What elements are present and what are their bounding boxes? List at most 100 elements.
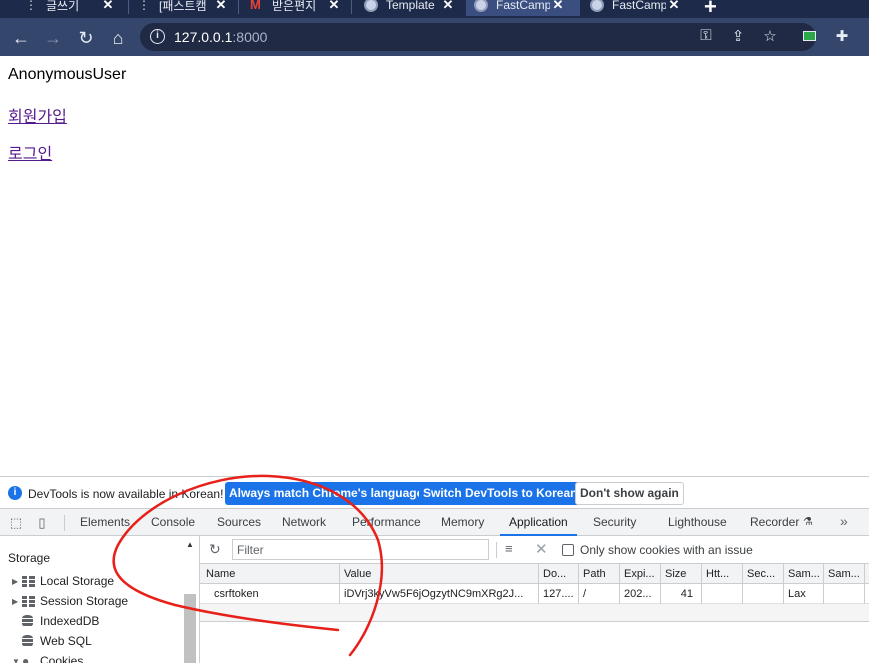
checkbox-box[interactable]: [562, 544, 574, 556]
devtools-panel: i DevTools is now available in Korean! A…: [0, 476, 869, 662]
tab-memory[interactable]: Memory: [441, 509, 484, 536]
browser-tab[interactable]: ⋮ 글쓰기 ✕: [16, 0, 116, 16]
close-icon[interactable]: ✕: [326, 0, 342, 13]
cookies-table-header: Name Value Do... Path Expi... Size Htt..…: [200, 564, 869, 584]
tab-security[interactable]: Security: [593, 509, 636, 536]
key-icon[interactable]: ⚿: [696, 27, 716, 44]
cookie-size-cell: 41: [661, 584, 702, 604]
tab-network[interactable]: Network: [282, 509, 326, 536]
back-arrow-icon[interactable]: ←: [10, 27, 32, 49]
refresh-icon[interactable]: ↻: [209, 541, 221, 558]
sidebar-item-label: Local Storage: [40, 574, 114, 588]
share-icon[interactable]: ⇪: [728, 27, 748, 45]
bookmark-star-icon[interactable]: ☆: [760, 27, 780, 45]
tab-recorder[interactable]: Recorder: [750, 509, 799, 536]
tabbar-divider: [64, 515, 65, 531]
close-icon[interactable]: ✕: [440, 0, 456, 13]
sidebar-item-session-storage[interactable]: ▶ Session Storage: [12, 592, 128, 610]
extension-icon[interactable]: [803, 31, 816, 41]
tab-lighthouse[interactable]: Lighthouse: [668, 509, 727, 536]
delete-icon[interactable]: ✕: [535, 540, 548, 558]
signup-link[interactable]: 회원가입: [8, 103, 67, 127]
site-info-icon[interactable]: i: [150, 29, 165, 44]
inspect-element-icon[interactable]: ⬚: [8, 515, 24, 530]
close-icon[interactable]: ✕: [213, 0, 229, 13]
column-header-sameparty[interactable]: Sam...: [824, 564, 865, 584]
close-icon[interactable]: ✕: [550, 0, 566, 13]
expand-arrow-icon[interactable]: ▶: [12, 577, 22, 586]
new-tab-button[interactable]: +: [704, 0, 717, 18]
tab-elements[interactable]: Elements: [80, 509, 130, 536]
column-header-value[interactable]: Value: [340, 564, 539, 584]
column-header-expires[interactable]: Expi...: [620, 564, 661, 584]
cookie-httponly-cell: [702, 584, 743, 604]
column-header-name[interactable]: Name: [200, 564, 340, 584]
tab-console[interactable]: Console: [151, 509, 195, 536]
cookies-toolbar: ↻ ≡ ✕ Only show cookies with an issue: [200, 536, 869, 564]
column-header-httponly[interactable]: Htt...: [702, 564, 743, 584]
globe-icon: [474, 0, 488, 12]
home-icon[interactable]: ⌂: [107, 27, 129, 49]
browser-tab[interactable]: FastCamp ✕: [582, 0, 682, 16]
always-match-language-button[interactable]: Always match Chrome's language: [225, 482, 427, 505]
more-vertical-icon: ⋮: [137, 0, 151, 12]
address-bar[interactable]: i 127.0.0.1:8000 ⚿ ⇪ ☆: [140, 23, 816, 51]
puzzle-icon[interactable]: ✚: [832, 27, 852, 45]
close-icon[interactable]: ✕: [666, 0, 682, 13]
application-sidebar: ▲ Storage ▶ Local Storage ▶ Session Stor…: [0, 536, 200, 663]
only-issue-checkbox[interactable]: Only show cookies with an issue: [562, 543, 753, 557]
info-icon: i: [8, 486, 22, 500]
clear-filtered-cookies-icon[interactable]: ≡: [505, 541, 513, 556]
close-icon[interactable]: ✕: [100, 0, 116, 13]
forward-arrow-icon[interactable]: →: [42, 27, 64, 49]
sidebar-item-local-storage[interactable]: ▶ Local Storage: [12, 572, 114, 590]
globe-icon: [590, 0, 604, 12]
column-header-samesite[interactable]: Sam...: [784, 564, 824, 584]
only-issue-label: Only show cookies with an issue: [580, 543, 753, 557]
expand-arrow-icon[interactable]: ▶: [12, 597, 22, 606]
cookie-name-cell: csrftoken: [200, 584, 340, 604]
cookies-pane: ↻ ≡ ✕ Only show cookies with an issue Na…: [200, 536, 869, 663]
browser-toolbar: ← → ↻ ⌂ i 127.0.0.1:8000 ⚿ ⇪ ☆ ✚: [0, 18, 869, 56]
column-header-domain[interactable]: Do...: [539, 564, 579, 584]
more-tabs-icon[interactable]: »: [840, 513, 848, 529]
reload-icon[interactable]: ↻: [75, 27, 97, 49]
dont-show-again-button[interactable]: Don't show again: [575, 482, 684, 505]
table-empty-row: [200, 604, 869, 622]
sidebar-item-web-sql[interactable]: Web SQL: [12, 632, 92, 650]
browser-tab[interactable]: ⋮ [패스트캠 ✕: [129, 0, 229, 16]
cookie-samesite-cell: Lax: [784, 584, 824, 604]
column-header-path[interactable]: Path: [579, 564, 620, 584]
sidebar-item-label: Session Storage: [40, 594, 128, 608]
login-link[interactable]: 로그인: [8, 140, 52, 164]
sidebar-item-cookies[interactable]: ▼ ● Cookies: [12, 652, 83, 663]
cookie-value-cell: iDVrj3kyVw5F6jOgzytNC9mXRg2J...: [340, 584, 539, 604]
tab-sources[interactable]: Sources: [217, 509, 261, 536]
column-header-secure[interactable]: Sec...: [743, 564, 784, 584]
tab-application[interactable]: Application: [500, 509, 577, 536]
scroll-up-arrow-icon[interactable]: ▲: [186, 540, 194, 549]
cookie-expires-cell: 202...: [620, 584, 661, 604]
sidebar-item-label: Web SQL: [40, 634, 92, 648]
sidebar-section-storage: Storage: [8, 551, 50, 565]
browser-tabstrip: ⋮ 글쓰기 ✕ ⋮ [패스트캠 ✕ M 받은편지 ✕ Template ✕ Fa…: [0, 0, 869, 18]
switch-to-korean-button[interactable]: Switch DevTools to Korean: [419, 482, 581, 505]
cookie-path-cell: /: [579, 584, 620, 604]
browser-tab[interactable]: Template ✕: [356, 0, 456, 16]
browser-tab-title: FastCamp: [496, 0, 550, 12]
tab-performance[interactable]: Performance: [352, 509, 421, 536]
cookie-secure-cell: [743, 584, 784, 604]
column-header-size[interactable]: Size: [661, 564, 702, 584]
browser-tab-active[interactable]: FastCamp ✕: [466, 0, 580, 16]
sidebar-scrollbar[interactable]: [184, 594, 196, 663]
gmail-icon: M: [250, 0, 264, 12]
browser-tab[interactable]: M 받은편지 ✕: [242, 0, 342, 16]
cookie-sameparty-cell: [824, 584, 865, 604]
cookies-filter-input[interactable]: [232, 539, 489, 560]
table-icon: [22, 596, 35, 607]
table-row[interactable]: csrftoken iDVrj3kyVw5F6jOgzytNC9mXRg2J..…: [200, 584, 869, 604]
sidebar-item-indexeddb[interactable]: IndexedDB: [12, 612, 99, 630]
device-toolbar-icon[interactable]: ▯: [34, 515, 50, 530]
collapse-arrow-icon[interactable]: ▼: [12, 657, 22, 663]
url-text: 127.0.0.1:8000: [174, 29, 267, 45]
